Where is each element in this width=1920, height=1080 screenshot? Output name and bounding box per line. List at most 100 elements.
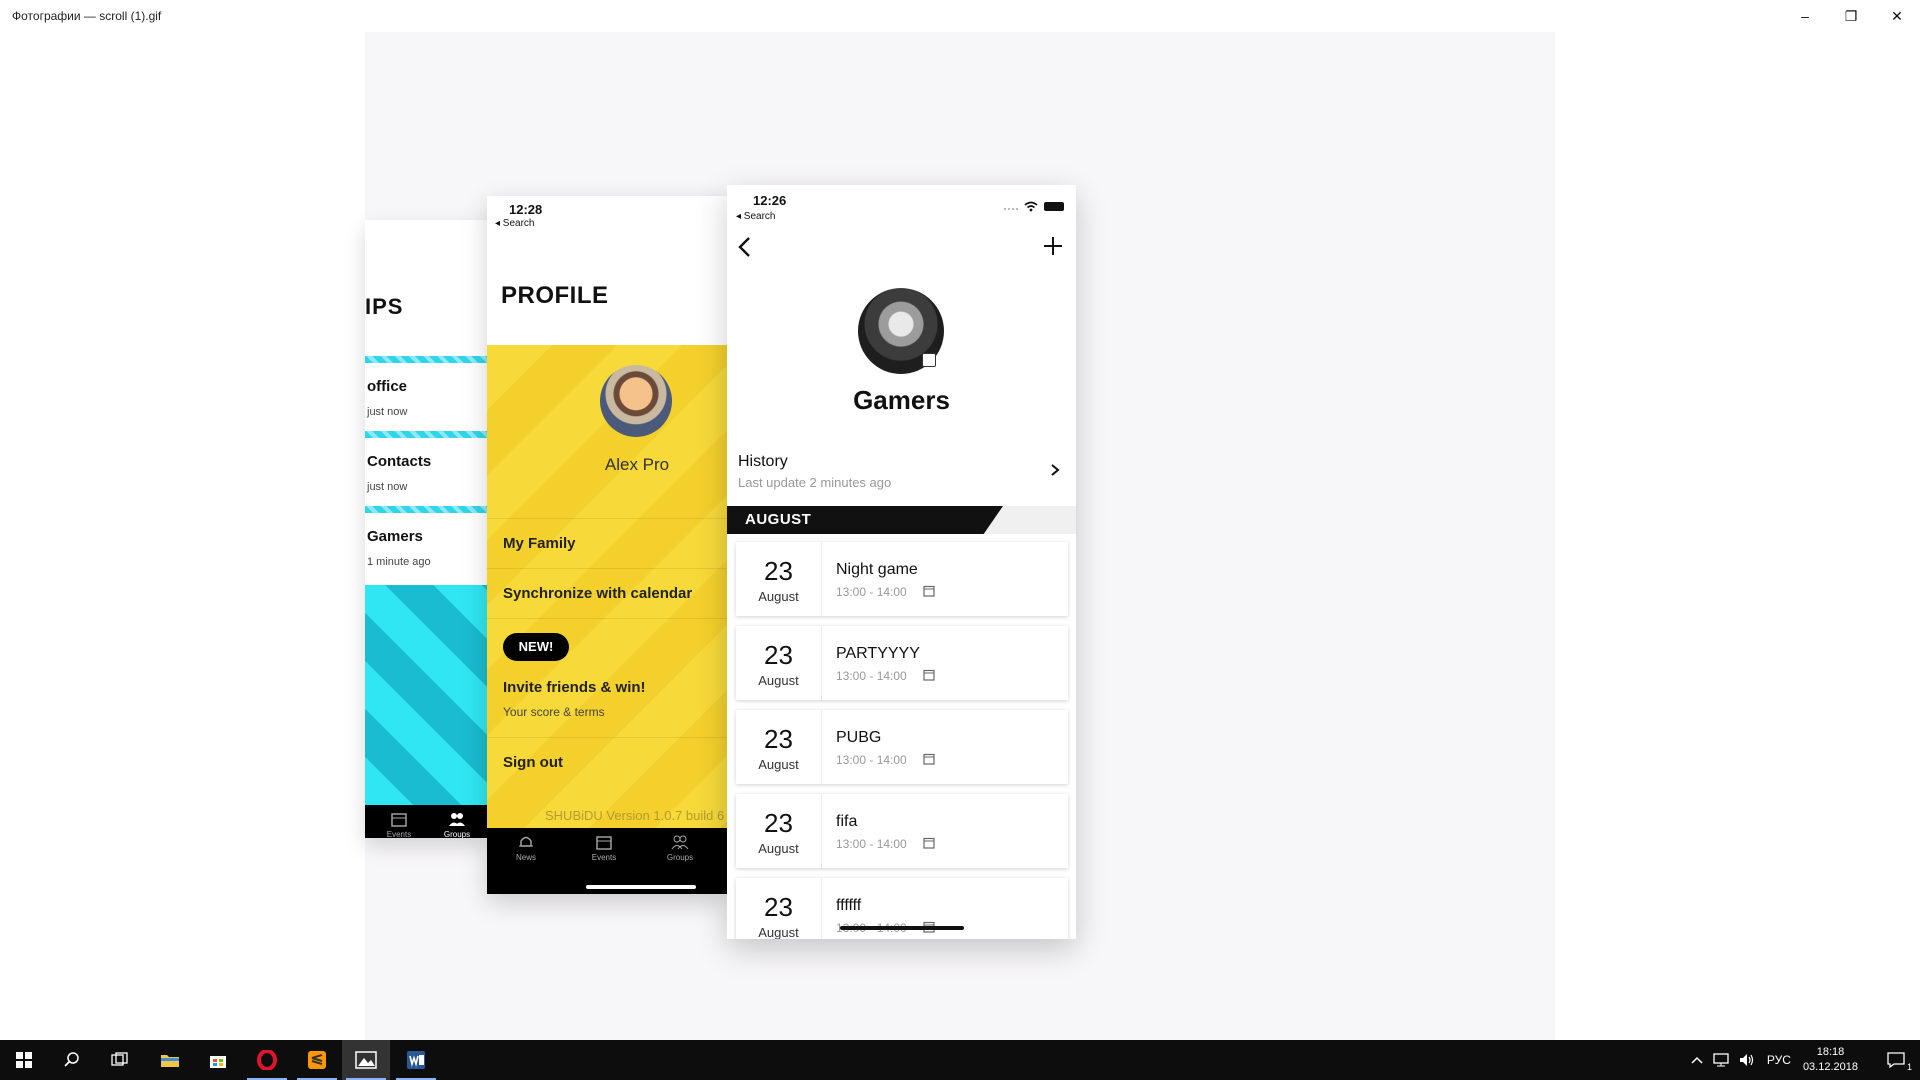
signal-icon bbox=[1004, 207, 1018, 210]
battery-icon bbox=[1044, 202, 1064, 211]
new-badge: NEW! bbox=[503, 633, 569, 661]
history-subtitle: Last update 2 minutes ago bbox=[738, 475, 892, 490]
store-icon bbox=[210, 1056, 226, 1068]
menu-label: Invite friends & win! bbox=[503, 679, 646, 696]
groups-icon bbox=[671, 835, 689, 850]
window-controls: – ❐ ✕ bbox=[1782, 0, 1920, 32]
event-month: August bbox=[758, 757, 799, 772]
opera-button[interactable] bbox=[243, 1040, 291, 1080]
calendar-icon bbox=[923, 585, 935, 597]
event-date: 23 August bbox=[736, 878, 822, 939]
task-view-icon bbox=[111, 1052, 128, 1066]
tab-groups: Groups bbox=[427, 811, 487, 838]
tab-events: Events bbox=[574, 834, 634, 862]
taskbar: РУС 18:18 03.12.2018 1 bbox=[0, 1040, 1920, 1080]
menu-sub-label: Your score & terms bbox=[503, 705, 605, 719]
minimize-button[interactable]: – bbox=[1782, 0, 1828, 32]
profile-screen: 12:28 ◂ Search PROFILE Alex Pro My Famil… bbox=[487, 196, 727, 894]
row-stripe bbox=[365, 431, 487, 438]
tab-events: Events bbox=[369, 811, 429, 838]
restore-button[interactable]: ❐ bbox=[1828, 0, 1874, 32]
event-date: 23 August bbox=[736, 542, 822, 616]
clock-date: 03.12.2018 bbox=[1802, 1061, 1858, 1073]
menu-label: My Family bbox=[503, 535, 576, 552]
menu-label: Synchronize with calendar bbox=[503, 585, 693, 602]
clock[interactable]: 18:18 03.12.2018 bbox=[1803, 1045, 1858, 1075]
clock-time: 18:18 bbox=[1816, 1046, 1845, 1058]
sublime-button[interactable] bbox=[293, 1040, 341, 1080]
network-icon[interactable] bbox=[1713, 1053, 1729, 1067]
title-bar: Фотографии — scroll (1).gif – ❐ ✕ bbox=[0, 0, 1920, 32]
photos-icon bbox=[355, 1051, 377, 1069]
back-to-search: ◂ Search bbox=[495, 218, 535, 229]
event-date: 23 August bbox=[736, 794, 822, 868]
event-time: 13:00 - 14:00 bbox=[836, 753, 907, 767]
search-button[interactable] bbox=[48, 1040, 96, 1080]
start-button[interactable] bbox=[0, 1040, 48, 1080]
group-name: Contacts bbox=[367, 453, 432, 470]
home-indicator bbox=[586, 885, 696, 889]
event-date: 23 August bbox=[736, 626, 822, 700]
chevron-up-icon[interactable] bbox=[1691, 1055, 1703, 1065]
tab-label: Events bbox=[386, 830, 412, 838]
event-month: August bbox=[758, 925, 799, 939]
store-button[interactable] bbox=[194, 1040, 242, 1080]
page-title: Gamers bbox=[853, 385, 950, 415]
action-center-button[interactable]: 1 bbox=[1872, 1040, 1920, 1080]
tab-label: News bbox=[515, 853, 536, 862]
groups-screen: IPS office just now Contacts just now Ga… bbox=[365, 220, 487, 838]
close-button[interactable]: ✕ bbox=[1874, 0, 1920, 32]
event-card[interactable]: 23 August PARTYYYY 13:00 - 14:00 bbox=[736, 626, 1068, 700]
groups-title: IPS bbox=[365, 294, 404, 319]
language-indicator[interactable]: РУС bbox=[1767, 1053, 1791, 1067]
event-time: 13:00 - 14:00 bbox=[836, 837, 907, 851]
event-card[interactable]: 23 August Night game 13:00 - 14:00 bbox=[736, 542, 1068, 616]
event-card[interactable]: 23 August PUBG 13:00 - 14:00 bbox=[736, 710, 1068, 784]
window-title: Фотографии — scroll (1).gif bbox=[12, 9, 162, 23]
month-label: AUGUST bbox=[745, 511, 812, 528]
group-row: Gamers 1 minute ago bbox=[365, 506, 487, 581]
photos-button[interactable] bbox=[342, 1040, 390, 1080]
menu-label: Sign out bbox=[503, 754, 563, 771]
event-date: 23 August bbox=[736, 710, 822, 784]
history-row[interactable]: History Last update 2 minutes ago bbox=[738, 453, 1068, 490]
event-card[interactable]: 23 August fifa 13:00 - 14:00 bbox=[736, 794, 1068, 868]
volume-icon[interactable] bbox=[1739, 1053, 1755, 1067]
menu-item-invite: NEW! Invite friends & win! Your score & … bbox=[487, 618, 727, 737]
group-detail-screen: 12:26 ◂ Search Gamers History Last updat… bbox=[727, 185, 1076, 939]
sublime-icon bbox=[308, 1051, 326, 1069]
group-row: Contacts just now bbox=[365, 431, 487, 506]
version-text: SHUBiDU Version 1.0.7 build 6 bbox=[545, 808, 725, 823]
start-icon bbox=[16, 1052, 32, 1068]
search-icon bbox=[64, 1052, 79, 1067]
tab-label: Groups bbox=[666, 853, 694, 862]
status-time: 12:28 bbox=[509, 202, 543, 217]
status-icons bbox=[1004, 201, 1064, 212]
group-row: office just now bbox=[365, 356, 487, 431]
month-header: AUGUST bbox=[727, 506, 1076, 534]
menu-item-family: My Family bbox=[487, 518, 727, 568]
chevron-right-icon bbox=[1051, 464, 1060, 476]
event-day: 23 bbox=[764, 556, 793, 586]
status-time: 12:26 bbox=[753, 193, 787, 208]
event-time: 13:00 - 14:00 bbox=[836, 585, 907, 599]
calendar-icon bbox=[923, 837, 935, 849]
add-icon[interactable] bbox=[1042, 235, 1064, 257]
back-arrow-icon[interactable] bbox=[735, 235, 755, 259]
tab-groups: Groups bbox=[650, 834, 710, 862]
event-list: 23 August Night game 13:00 - 14:00 23 Augu… bbox=[736, 542, 1068, 939]
photo-viewer[interactable]: IPS office just now Contacts just now Ga… bbox=[0, 32, 1920, 1040]
back-to-search: ◂ Search bbox=[736, 211, 776, 222]
file-explorer-button[interactable] bbox=[146, 1040, 194, 1080]
calendar-badge-icon bbox=[922, 353, 936, 367]
page-title: PROFILE bbox=[501, 282, 609, 309]
row-stripe bbox=[365, 356, 487, 363]
groups-icon bbox=[449, 813, 465, 826]
word-button[interactable] bbox=[392, 1040, 440, 1080]
tab-label: Events bbox=[591, 853, 617, 862]
task-view-button[interactable] bbox=[96, 1040, 144, 1080]
tab-bar: Events Groups bbox=[365, 805, 487, 838]
wifi-icon bbox=[1024, 201, 1038, 212]
event-name: fifa bbox=[836, 813, 858, 830]
event-day: 23 bbox=[764, 892, 793, 922]
